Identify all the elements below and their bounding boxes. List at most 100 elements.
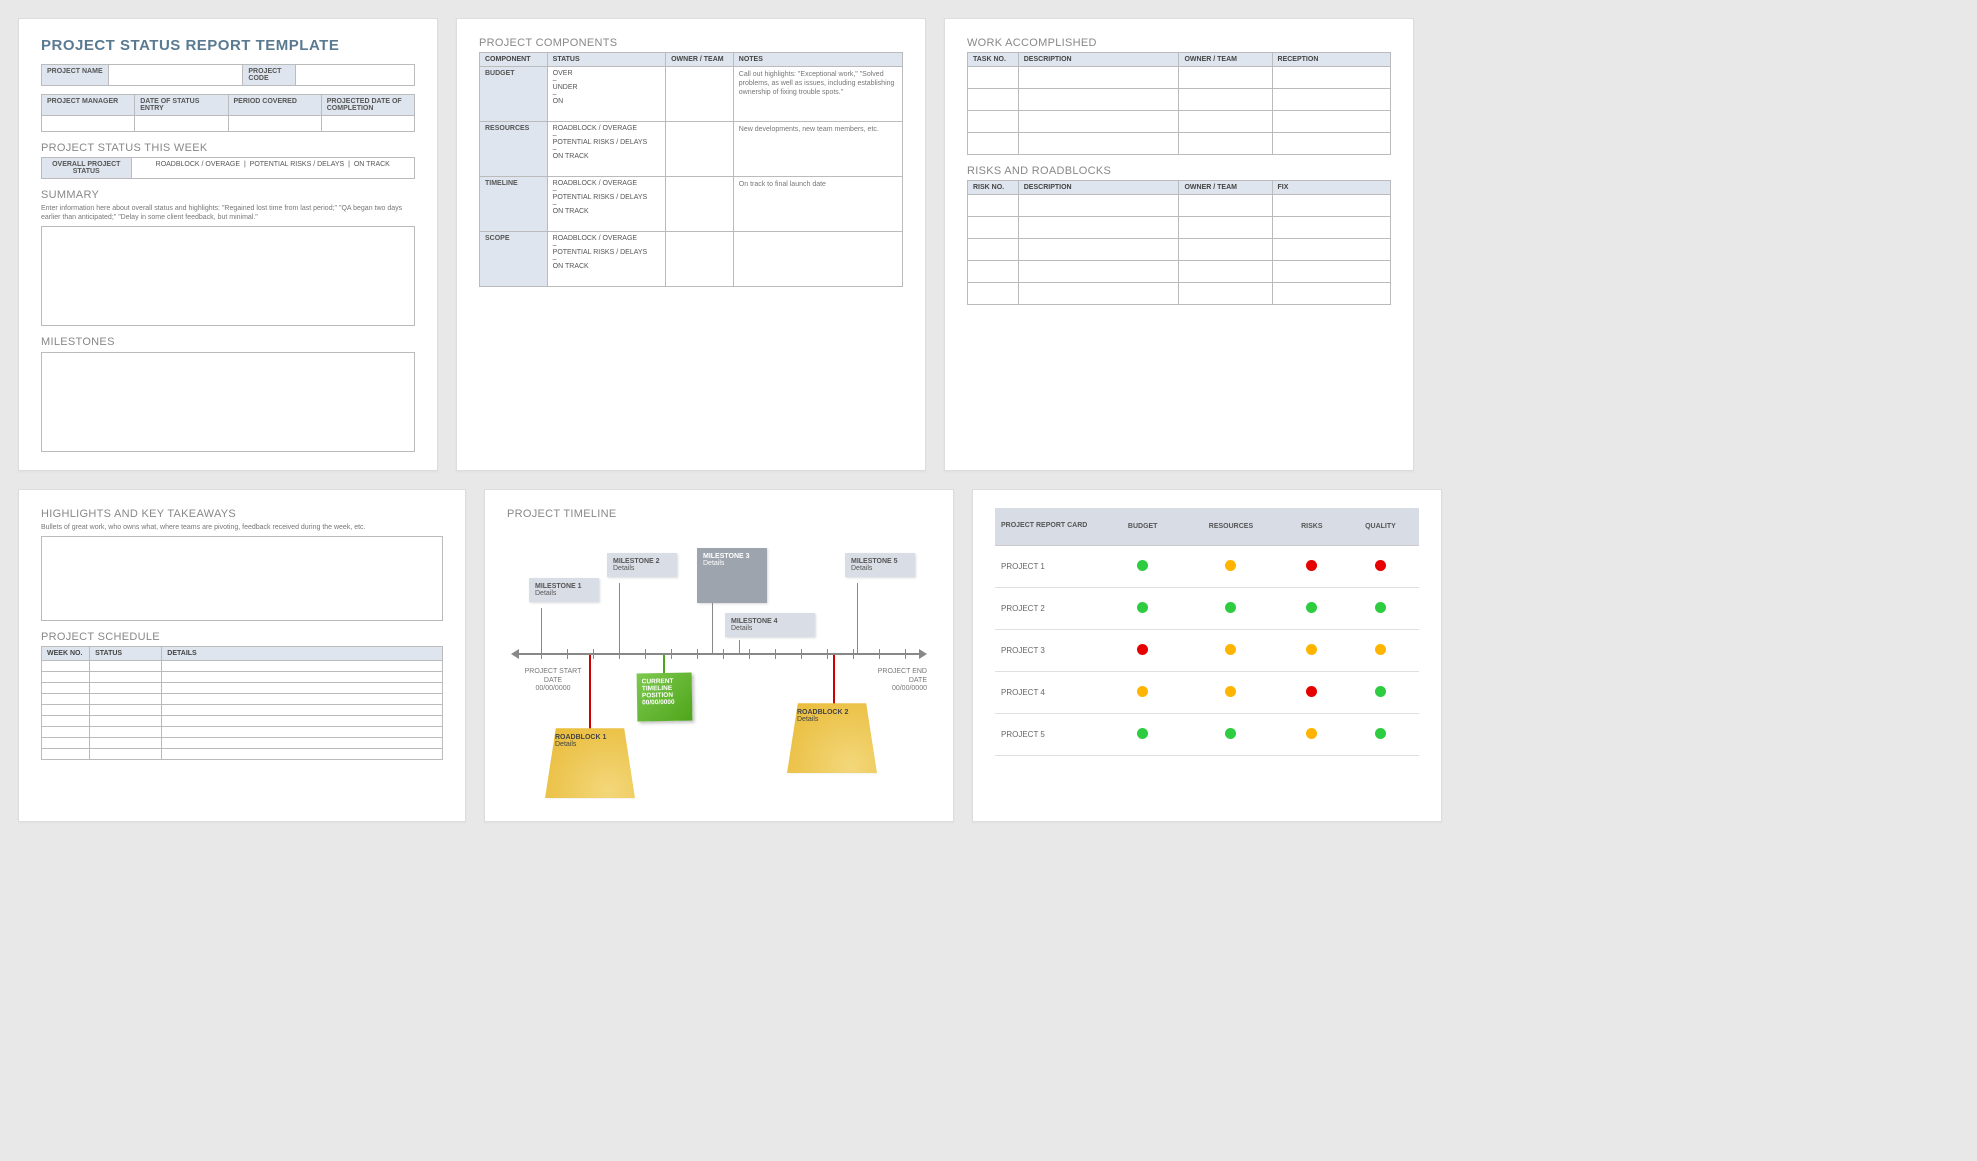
project-label: PROJECT 4 [995, 671, 1105, 713]
table-row [968, 89, 1391, 111]
status-dot-icon [1375, 686, 1386, 697]
milestones-area [41, 352, 415, 452]
label-pm: PROJECT MANAGER [42, 95, 135, 116]
table-row [968, 195, 1391, 217]
table-row [968, 239, 1391, 261]
tick-icon [749, 649, 750, 659]
current-position: CURRENT TIMELINE POSITION 00/00/0000 [637, 673, 693, 722]
roadblock-2: ROADBLOCK 2Details [787, 703, 877, 773]
project-label: PROJECT 2 [995, 587, 1105, 629]
section-work-accomplished: WORK ACCOMPLISHED [967, 37, 1391, 49]
tick-icon [723, 649, 724, 659]
status-dot-icon [1306, 602, 1317, 613]
summary-area [41, 226, 415, 326]
table-row [968, 283, 1391, 305]
section-summary: SUMMARY [41, 189, 415, 201]
table-row: RESOURCES ROADBLOCK / OVERAGE – POTENTIA… [480, 122, 903, 177]
section-highlights: HIGHLIGHTS AND KEY TAKEAWAYS [41, 508, 443, 520]
summary-hint: Enter information here about overall sta… [41, 204, 415, 222]
label-project-name: PROJECT NAME [42, 65, 109, 86]
table-row [968, 261, 1391, 283]
tick-icon [801, 649, 802, 659]
page-status-report: PROJECT STATUS REPORT TEMPLATE PROJECT N… [18, 18, 438, 471]
status-dot-icon [1137, 686, 1148, 697]
table-row [968, 67, 1391, 89]
components-table: COMPONENT STATUS OWNER / TEAM NOTES BUDG… [479, 52, 903, 287]
status-dot-icon [1375, 602, 1386, 613]
risks-table: RISK NO. DESCRIPTION OWNER / TEAM FIX [967, 180, 1391, 305]
status-dot-icon [1306, 728, 1317, 739]
tick-icon [853, 649, 854, 659]
project-label: PROJECT 3 [995, 629, 1105, 671]
table-row: SCOPE ROADBLOCK / OVERAGE – POTENTIAL RI… [480, 232, 903, 287]
table-row [42, 694, 443, 705]
page-report-card: PROJECT REPORT CARD BUDGET RESOURCES RIS… [972, 489, 1442, 822]
project-label: PROJECT 5 [995, 713, 1105, 755]
section-milestones: MILESTONES [41, 336, 415, 348]
page-highlights-schedule: HIGHLIGHTS AND KEY TAKEAWAYS Bullets of … [18, 489, 466, 822]
section-status-week: PROJECT STATUS THIS WEEK [41, 142, 415, 154]
table-row [968, 133, 1391, 155]
tick-icon [567, 649, 568, 659]
table-row: BUDGET OVER – UNDER – ON Call out highli… [480, 67, 903, 122]
work-table: TASK NO. DESCRIPTION OWNER / TEAM RECEPT… [967, 52, 1391, 155]
label-dse: DATE OF STATUS ENTRY [135, 95, 228, 116]
section-timeline: PROJECT TIMELINE [507, 508, 931, 520]
status-dot-icon [1225, 686, 1236, 697]
milestone-2: MILESTONE 2Details [607, 553, 677, 577]
tick-icon [905, 649, 906, 659]
table-row: PROJECT 4 [995, 671, 1419, 713]
table-row [968, 217, 1391, 239]
table-row: PROJECT 2 [995, 587, 1419, 629]
tick-icon [775, 649, 776, 659]
table-row: PROJECT 3 [995, 629, 1419, 671]
project-label: PROJECT 1 [995, 545, 1105, 587]
status-dot-icon [1137, 644, 1148, 655]
th-status: STATUS [547, 53, 665, 67]
section-schedule: PROJECT SCHEDULE [41, 631, 443, 643]
page-work-risks: WORK ACCOMPLISHED TASK NO. DESCRIPTION O… [944, 18, 1414, 471]
table-row: PROJECT 1 [995, 545, 1419, 587]
th-report-card: PROJECT REPORT CARD [995, 508, 1105, 545]
start-caption: PROJECT START DATE00/00/0000 [523, 668, 583, 693]
status-dot-icon [1225, 728, 1236, 739]
milestone-4: MILESTONE 4Details [725, 613, 815, 637]
status-dot-icon [1375, 644, 1386, 655]
milestone-1: MILESTONE 1Details [529, 578, 599, 602]
label-period: PERIOD COVERED [228, 95, 321, 116]
label-pdc: PROJECTED DATE OF COMPLETION [321, 95, 414, 116]
status-dot-icon [1306, 644, 1317, 655]
highlights-hint: Bullets of great work, who owns what, wh… [41, 523, 443, 532]
tick-icon [645, 649, 646, 659]
page-timeline: PROJECT TIMELINE MILESTONE 1Details MILE… [484, 489, 954, 822]
status-dot-icon [1137, 728, 1148, 739]
status-dot-icon [1225, 644, 1236, 655]
status-dot-icon [1306, 686, 1317, 697]
tick-icon [593, 649, 594, 659]
th-resources: RESOURCES [1180, 508, 1282, 545]
table-row: PROJECT 5 [995, 713, 1419, 755]
label-project-code: PROJECT CODE [243, 65, 295, 86]
section-components: PROJECT COMPONENTS [479, 37, 903, 49]
status-dot-icon [1225, 560, 1236, 571]
table-row [42, 661, 443, 672]
table-row [42, 738, 443, 749]
table-row [968, 111, 1391, 133]
meta-table-2: PROJECT MANAGER DATE OF STATUS ENTRY PER… [41, 94, 415, 132]
table-row [42, 683, 443, 694]
status-dot-icon [1375, 728, 1386, 739]
table-row [42, 749, 443, 760]
section-risks-roadblocks: RISKS AND ROADBLOCKS [967, 165, 1391, 177]
th-budget: BUDGET [1105, 508, 1180, 545]
tick-icon [671, 649, 672, 659]
table-row: TIMELINE ROADBLOCK / OVERAGE – POTENTIAL… [480, 177, 903, 232]
milestone-3: MILESTONE 3Details [697, 548, 767, 603]
status-dot-icon [1375, 560, 1386, 571]
th-notes: NOTES [733, 53, 902, 67]
th-quality: QUALITY [1342, 508, 1419, 545]
end-caption: PROJECT END DATE00/00/0000 [873, 668, 927, 693]
table-row [42, 672, 443, 683]
status-dot-icon [1137, 602, 1148, 613]
th-component: COMPONENT [480, 53, 548, 67]
th-risks: RISKS [1282, 508, 1342, 545]
